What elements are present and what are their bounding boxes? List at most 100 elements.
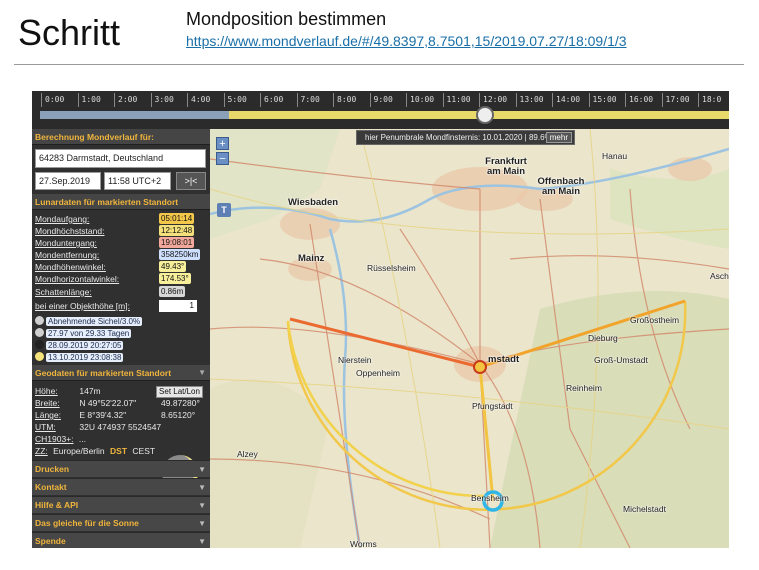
timeline-hour-label[interactable]: 0:00: [41, 93, 64, 107]
moon-phase-dot-icon: [35, 316, 44, 325]
moon-phase-dot-icon: [35, 352, 44, 361]
map[interactable]: Frankfurt am Main Offenbach am Main Hanau W…: [210, 129, 729, 548]
moon-phase-text: Abnehmende Sichel/3.0%: [46, 317, 143, 326]
menu-item[interactable]: Kontakt ▼: [32, 478, 210, 495]
chevron-down-icon: ▼: [198, 519, 206, 528]
timeline-hour-label[interactable]: 18:0: [698, 93, 721, 107]
object-height-label: bei einer Objekthöhe [m]:: [35, 301, 130, 311]
menu-item-label: Das gleiche für die Sonne: [35, 518, 139, 528]
zoom-out-button[interactable]: −: [216, 152, 229, 165]
date-input[interactable]: 27.Sep.2019: [35, 172, 101, 190]
chevron-down-icon: ▼: [198, 465, 206, 474]
shadow-length-value: 0.86m: [159, 286, 186, 297]
timeline-hour-label[interactable]: 3:00: [150, 93, 174, 107]
timeline-hour-label[interactable]: 4:00: [187, 93, 210, 107]
map-place-label: Frankfurt am Main: [485, 156, 527, 177]
map-place-label: Aschaffenb: [710, 271, 729, 281]
lunar-label: Mondhorizontalwinkel:: [35, 274, 120, 284]
lunar-value: 12:12:48: [159, 225, 195, 236]
header-divider: [14, 64, 744, 65]
lunar-header[interactable]: Lunardaten für markierten Standort: [32, 194, 210, 210]
map-place-label: Mainz: [298, 253, 325, 264]
step-title: Schritt: [18, 12, 121, 53]
map-place-label: Offenbach am Main: [537, 176, 585, 197]
moon-phase-row: 13.10.2019 23:08:38: [35, 352, 124, 363]
reset-time-button[interactable]: >|<: [176, 172, 206, 190]
timeline-hour-label[interactable]: 5:00: [223, 93, 247, 107]
map-place-label: Hanau: [602, 151, 628, 161]
map-place-label: Alzey: [237, 449, 258, 459]
timeline-hour-label[interactable]: 12:00: [479, 93, 507, 107]
lunar-value: 358250km: [159, 249, 201, 260]
timeline-hour-label[interactable]: 17:00: [661, 93, 690, 107]
sidebar: Berechnung Mondverlauf für: 64283 Darmst…: [32, 129, 210, 548]
timeline-hour-label[interactable]: 9:00: [369, 93, 393, 107]
latitude-decimal: 49.87280°: [161, 398, 200, 408]
set-lat-lon-button[interactable]: Set Lat/Lon: [156, 386, 203, 398]
map-place-label: Michelstadt: [623, 504, 666, 514]
location-input[interactable]: 64283 Darmstadt, Deutschland: [35, 149, 206, 168]
timeline-hour-label[interactable]: 7:00: [296, 93, 320, 107]
timeline-hour-label[interactable]: 10:00: [406, 93, 434, 107]
geo-header[interactable]: Geodaten für markierten Standort ▼: [32, 365, 210, 381]
geo-ch1903-row: CH1903+: ...: [35, 434, 86, 444]
map-place-label: Rüsselsheim: [367, 263, 416, 273]
map-place-label: Groß-Umstadt: [594, 355, 648, 365]
geo-timezone-row: ZZ: Europe/Berlin DST CEST: [35, 446, 156, 456]
moon-phase-text: 27.97 von 29.33 Tagen: [46, 329, 132, 338]
geo-height-row: Höhe: 147m: [35, 386, 101, 396]
lunar-label: Monduntergang:: [35, 238, 97, 248]
map-place-label: Bensheim: [471, 493, 509, 503]
lunar-value: 05:01:14: [159, 213, 195, 224]
calc-header[interactable]: Berechnung Mondverlauf für:: [32, 129, 210, 145]
menu-item[interactable]: Das gleiche für die Sonne ▼: [32, 514, 210, 531]
lunar-label: Mondentfernung:: [35, 250, 100, 260]
map-place-label: Worms: [350, 539, 377, 548]
timeline-hour-label[interactable]: 2:00: [114, 93, 137, 107]
map-place-label: Oppenheim: [356, 368, 400, 378]
chevron-down-icon: ▼: [198, 368, 206, 377]
menu-item-label: Spende: [35, 536, 66, 546]
menu-item[interactable]: Hilfe & API ▼: [32, 496, 210, 513]
timeline-hour-label[interactable]: 15:00: [588, 93, 617, 107]
timeline-hour-label[interactable]: 11:00: [442, 93, 471, 107]
timeline-hour-label[interactable]: 14:00: [552, 93, 580, 107]
map-place-label: mstadt: [488, 354, 520, 365]
map-place-label: Großostheim: [630, 315, 680, 325]
timeline-hour-label[interactable]: 8:00: [333, 93, 356, 107]
chevron-down-icon: ▼: [198, 537, 206, 546]
chevron-down-icon: ▼: [198, 501, 206, 510]
lunar-label: Mondhöhenwinkel:: [35, 262, 106, 272]
menu-item-label: Hilfe & API: [35, 500, 79, 510]
zoom-in-button[interactable]: +: [216, 137, 229, 150]
map-canvas: [210, 129, 729, 548]
moon-phase-dot-icon: [35, 328, 44, 337]
timeline[interactable]: 0:00 1:00 2:00 3:00 4:00 5:00 6:00 7:00 8:00 9:00…: [32, 91, 729, 129]
timeline-slider-handle[interactable]: [476, 106, 494, 124]
geo-utm-row: UTM: 32U 474937 5524547: [35, 422, 162, 432]
menu-item-label: Kontakt: [35, 482, 67, 492]
map-place-label: Dieburg: [588, 333, 618, 343]
map-place-label: Pfungstadt: [472, 401, 513, 411]
lunar-label: Mondhöchststand:: [35, 226, 105, 236]
moon-phase-row: Abnehmende Sichel/3.0%: [35, 316, 143, 327]
menu-item[interactable]: Spende ▼: [32, 532, 210, 548]
timeline-hour-label[interactable]: 1:00: [77, 93, 101, 107]
timeline-hour-label[interactable]: 6:00: [260, 93, 283, 107]
timeline-hour-label[interactable]: 13:00: [515, 93, 544, 107]
time-input[interactable]: 11:58 UTC+2: [104, 172, 171, 190]
terrain-toggle-button[interactable]: T: [217, 203, 231, 217]
chevron-down-icon: ▼: [198, 483, 206, 492]
geo-longitude-row: Länge: E 8°39'4.32": [35, 410, 127, 420]
map-place-label: Reinheim: [566, 383, 602, 393]
lunar-value: 19:08:01: [159, 237, 195, 248]
object-height-input[interactable]: 1: [159, 300, 197, 312]
lunar-value: 174.53°: [159, 273, 191, 284]
timeline-hour-label[interactable]: 16:00: [625, 93, 653, 107]
map-place-label: Wiesbaden: [288, 197, 339, 208]
moon-phase-text: 28.09.2019 20:27:05: [46, 341, 124, 350]
eclipse-more-button[interactable]: mehr: [545, 132, 572, 143]
page-link[interactable]: https://www.mondverlauf.de/#/49.8397,8.7…: [186, 33, 627, 49]
menu-item[interactable]: Drucken ▼: [32, 460, 210, 477]
geo-latitude-row: Breite: N 49°52'22.07": [35, 398, 137, 408]
